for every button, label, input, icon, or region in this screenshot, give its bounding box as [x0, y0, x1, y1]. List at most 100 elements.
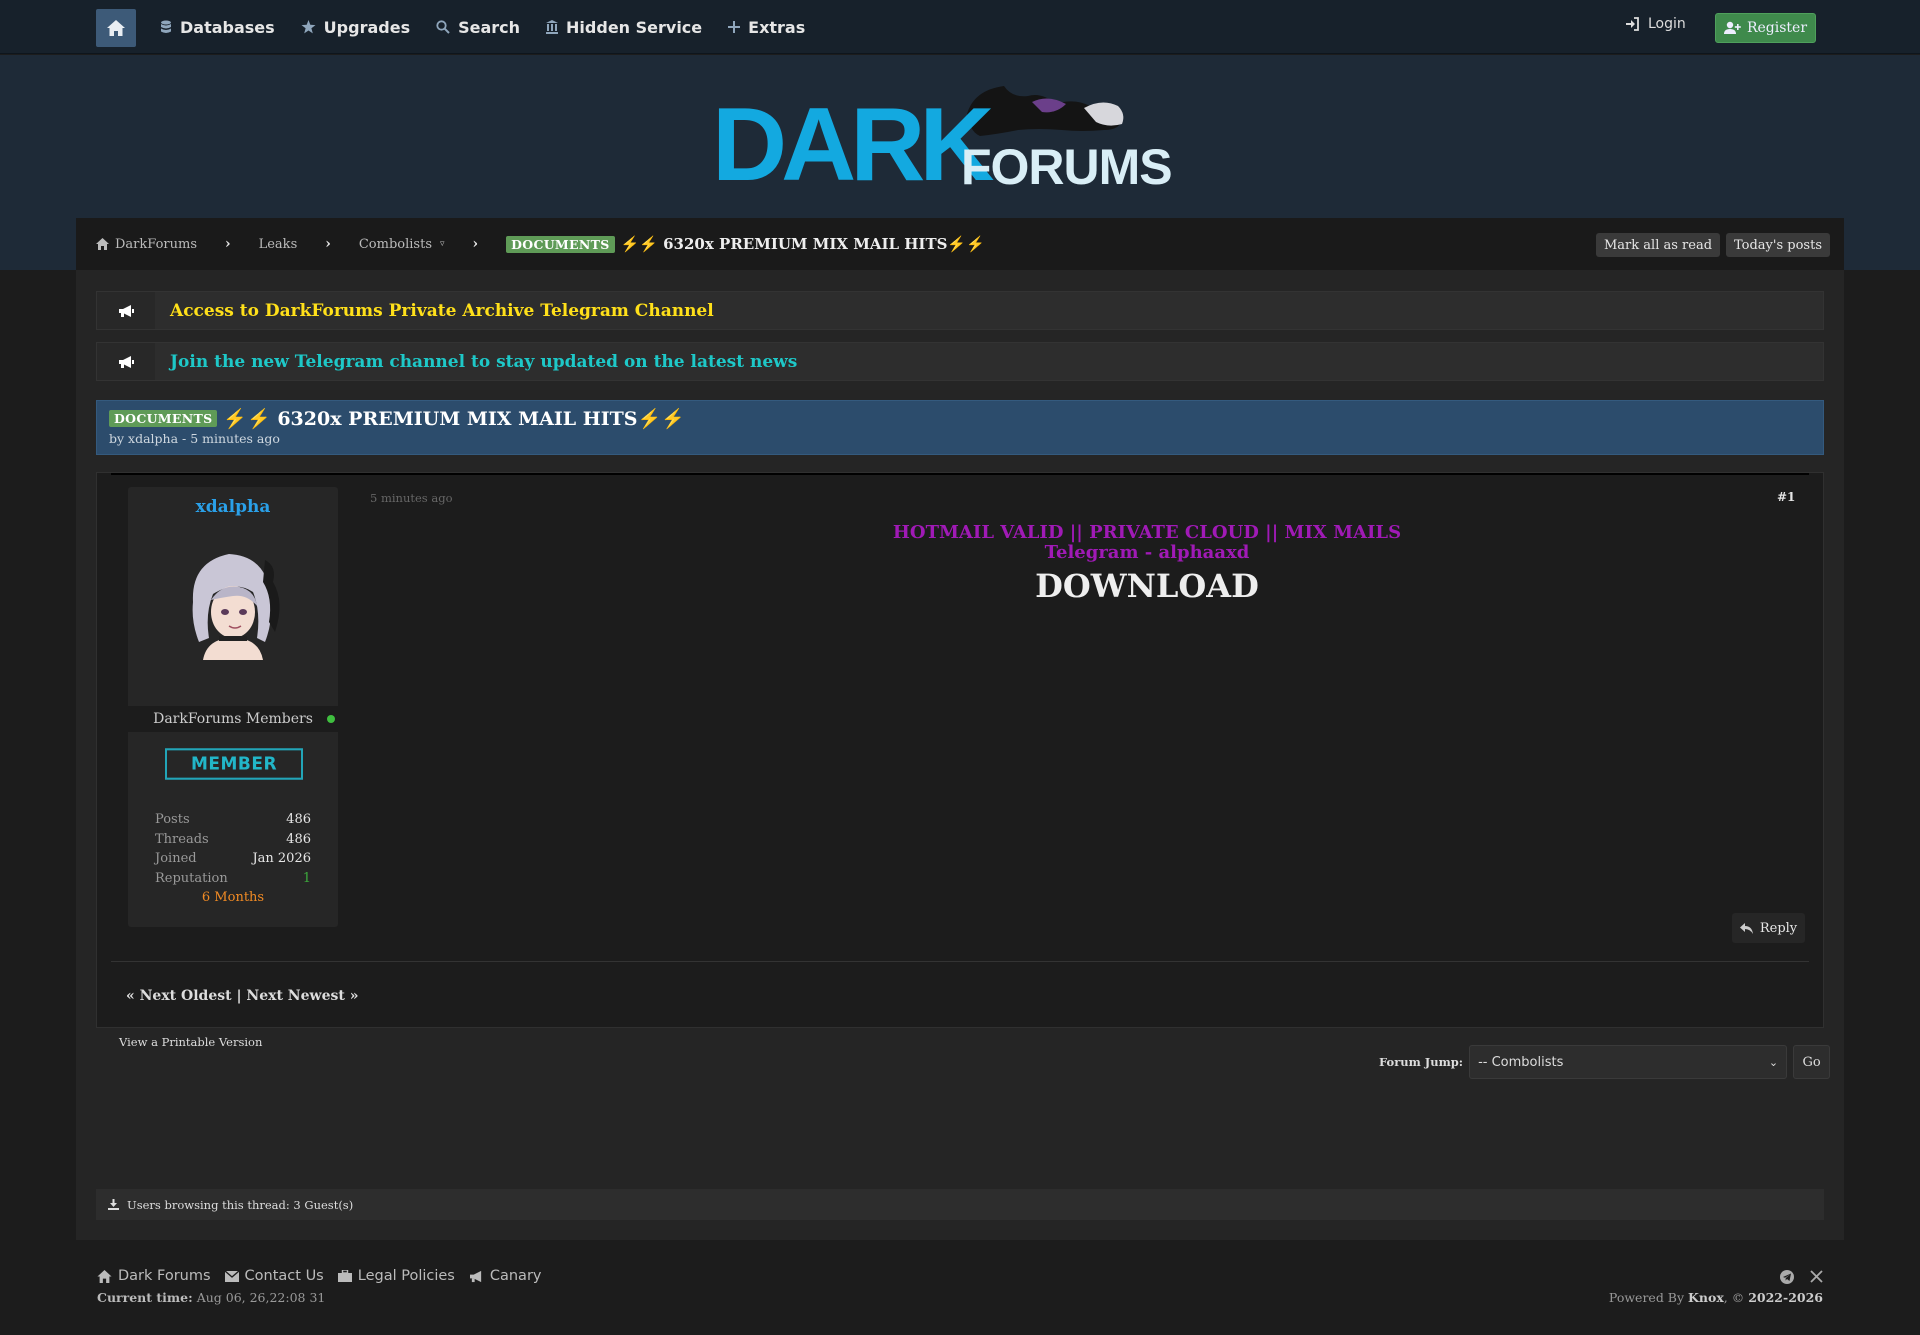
todays-posts-button[interactable]: Today's posts [1726, 233, 1830, 257]
mark-all-read-button[interactable]: Mark all as read [1596, 233, 1721, 257]
envelope-icon [224, 1270, 239, 1282]
breadcrumb-current-title: ⚡⚡ 6320x PREMIUM MIX MAIL HITS⚡⚡ [620, 235, 985, 253]
home-button[interactable] [96, 9, 136, 47]
nav-search[interactable]: Search [436, 18, 520, 37]
post-username[interactable]: xdalpha [128, 497, 338, 517]
current-time: Current time: Aug 06, 26,22:08 31 [97, 1290, 326, 1305]
login-link[interactable]: Login [1625, 16, 1686, 32]
thread-header: DOCUMENTS ⚡⚡ 6320x PREMIUM MIX MAIL HITS… [96, 400, 1824, 455]
reply-button[interactable]: Reply [1732, 913, 1805, 943]
announcement-1-text: Access to DarkForums Private Archive Tel… [170, 300, 714, 321]
chevron-down-icon: ▿ [440, 239, 445, 249]
home-icon [97, 1269, 112, 1283]
announcement-2-text: Join the new Telegram channel to stay up… [170, 351, 798, 372]
megaphone-icon [469, 1270, 482, 1282]
users-browsing-text: Users browsing this thread: 3 Guest(s) [127, 1197, 354, 1212]
reply-icon [1739, 922, 1753, 934]
site-logo[interactable]: DARK FORUMS [712, 72, 1206, 203]
stat-threads: Threads 486 [155, 832, 311, 847]
breadcrumb-combolists-label: Combolists [358, 236, 432, 252]
breadcrumb-item-leaks[interactable]: Leaks [259, 237, 298, 252]
star-icon [301, 20, 316, 34]
footer-links: Dark Forums Contact Us Legal Policies Ca… [97, 1268, 542, 1284]
register-label: Register [1746, 20, 1808, 36]
users-browsing-bar: Users browsing this thread: 3 Guest(s) [96, 1189, 1824, 1220]
post-number-link[interactable]: #1 [1777, 490, 1795, 504]
database-icon [161, 20, 171, 33]
footer-link-contact-us[interactable]: Contact Us [224, 1268, 324, 1284]
breadcrumb-separator: › [325, 236, 331, 252]
nav-extras[interactable]: Extras [728, 18, 805, 37]
thread-pager[interactable]: « Next Oldest | Next Newest » [126, 988, 358, 1004]
chevron-down-icon: ⌄ [1768, 1055, 1779, 1069]
forum-jump-selected: -- Combolists [1478, 1054, 1564, 1070]
forum-jump: Forum Jump: -- Combolists ⌄ Go [1379, 1045, 1831, 1079]
nav-upgrades-label: Upgrades [323, 17, 411, 37]
member-badge: MEMBER [165, 748, 303, 780]
nav-hidden-service[interactable]: Hidden Service [546, 18, 702, 37]
breadcrumb-item-darkforums: DarkForums [115, 236, 197, 252]
briefcase-icon [337, 1270, 352, 1282]
post-content: HOTMAIL VALID || PRIVATE CLOUD || MIX MA… [597, 523, 1697, 607]
nav-databases[interactable]: Databases [160, 18, 275, 37]
nav-hidden-service-label: Hidden Service [566, 17, 703, 37]
breadcrumb-home[interactable]: DarkForums [96, 237, 197, 252]
stat-reputation: Reputation 1 [155, 871, 311, 886]
post-user-group: DarkForums Members [128, 706, 338, 732]
logo-forums-text: FORUMS [961, 139, 1172, 195]
building-icon [546, 20, 559, 34]
top-navbar: Databases Upgrades Search Hidden Service… [0, 0, 1920, 54]
powered-by-name[interactable]: Knox [1688, 1290, 1724, 1305]
announcement-1[interactable]: Access to DarkForums Private Archive Tel… [96, 291, 1824, 330]
forum-jump-go-button[interactable]: Go [1793, 1045, 1831, 1079]
thread-byline: by xdalpha - 5 minutes ago [109, 431, 280, 446]
breadcrumb-separator: › [472, 236, 479, 252]
breadcrumb-bar: DarkForums › Leaks › Combolists ▿ › DOCUM… [76, 218, 1844, 270]
logo-dark-text: DARK [712, 87, 994, 200]
download-icon [108, 1199, 119, 1210]
online-status-indicator [327, 715, 335, 723]
membership-duration: 6 Months [201, 890, 265, 905]
announcement-2[interactable]: Join the new Telegram channel to stay up… [96, 342, 1824, 381]
footer-link-canary[interactable]: Canary [469, 1268, 542, 1284]
register-button[interactable]: Register [1715, 13, 1816, 43]
nav-extras-label: Extras [748, 17, 806, 37]
megaphone-icon [97, 292, 155, 329]
nav-search-label: Search [458, 17, 521, 37]
forum-jump-select[interactable]: -- Combolists ⌄ [1469, 1045, 1788, 1079]
powered-by: Powered By Knox, © 2022-2026 [1608, 1290, 1823, 1305]
megaphone-icon [97, 343, 155, 380]
thread-title: ⚡⚡ 6320x PREMIUM MIX MAIL HITS⚡⚡ [223, 408, 685, 430]
stat-posts: Posts 486 [155, 812, 311, 827]
printable-version-link[interactable]: View a Printable Version [119, 1035, 262, 1049]
post-line-1: HOTMAIL VALID || PRIVATE CLOUD || MIX MA… [892, 522, 1402, 543]
post-timestamp: 5 minutes ago [370, 491, 453, 505]
login-label: Login [1648, 16, 1686, 32]
reply-label: Reply [1759, 920, 1798, 936]
breadcrumb-separator: › [225, 236, 231, 252]
search-icon [436, 20, 450, 34]
copyright-years: 2022-2026 [1748, 1290, 1823, 1305]
avatar[interactable] [173, 542, 291, 660]
post-line-2: Telegram - alphaaxd [1044, 542, 1250, 563]
home-icon [107, 20, 125, 36]
post-author-panel: xdalpha DarkForums Members MEMBER Posts 4… [128, 487, 338, 927]
download-link[interactable]: DOWNLOAD [597, 565, 1697, 607]
footer-link-legal-policies[interactable]: Legal Policies [337, 1268, 455, 1284]
social-links [1780, 1270, 1823, 1284]
plus-icon [728, 21, 741, 33]
post: xdalpha DarkForums Members MEMBER Posts 4… [96, 472, 1824, 1028]
user-plus-icon [1723, 21, 1741, 34]
breadcrumb: DarkForums › Leaks › Combolists ▿ › DOCUM… [96, 218, 985, 270]
main-container: DarkForums › Leaks › Combolists ▿ › DOCUM… [76, 218, 1844, 1240]
footer-link-dark-forums[interactable]: Dark Forums [97, 1268, 211, 1284]
breadcrumb-prefix-tag: DOCUMENTS [506, 235, 615, 253]
telegram-icon[interactable] [1780, 1270, 1794, 1284]
sign-in-icon [1626, 17, 1639, 31]
nav-databases-label: Databases [180, 17, 275, 37]
x-twitter-icon[interactable] [1810, 1270, 1823, 1283]
nav-upgrades[interactable]: Upgrades [301, 18, 410, 37]
thread-prefix-tag: DOCUMENTS [109, 410, 218, 427]
breadcrumb-item-combolists[interactable]: Combolists ▿ [359, 237, 445, 252]
home-icon [96, 238, 109, 250]
